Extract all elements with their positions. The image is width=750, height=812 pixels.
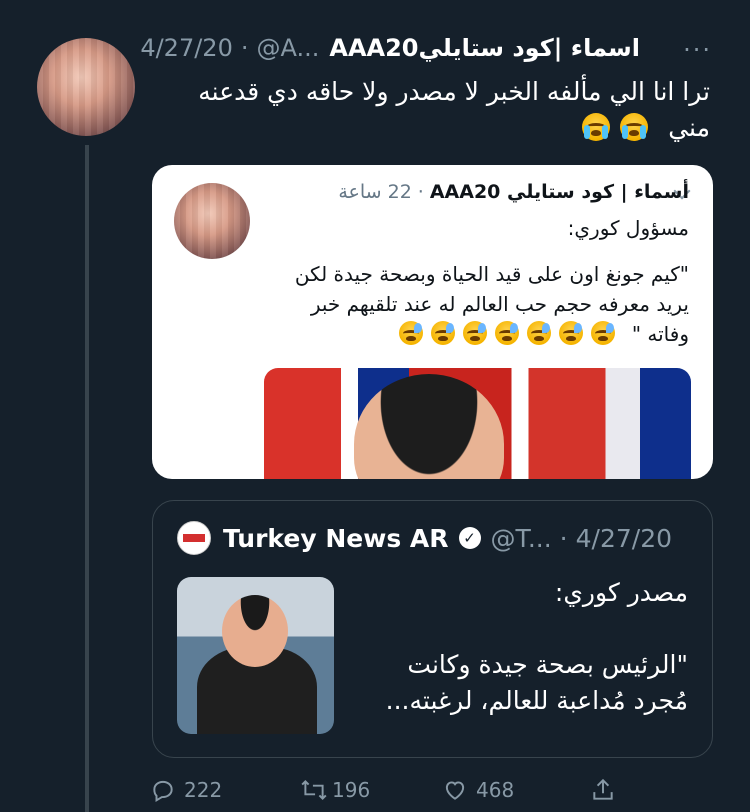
screenshot-text-line4: وفاته " [631, 322, 689, 346]
quoted-tweet-header: Turkey News AR ✓ @T... · 4/27/20 [177, 521, 672, 555]
more-horizontal-icon[interactable]: ··· [683, 36, 712, 64]
like-button[interactable]: 468 [442, 777, 514, 803]
quoted-tweet-date[interactable]: 4/27/20 [576, 524, 672, 553]
reply-count: 222 [184, 778, 223, 802]
retweet-count: 196 [332, 778, 371, 802]
screenshot-time: 22 ساعة [338, 181, 412, 203]
tweet-actions: 222 196 468 [150, 770, 630, 810]
anxious-face-icon [463, 321, 488, 345]
verified-badge-icon: ✓ [458, 527, 481, 549]
screenshot-text-line-4: وفاته " [249, 319, 689, 349]
tweet-text-line-2: مني [150, 110, 710, 146]
tweet-text: ترا انا الي مألفه الخبر لا مصدر ولا حاقه… [150, 74, 710, 146]
anxious-face-icon [399, 321, 424, 345]
share-icon [593, 778, 613, 800]
quoted-text-line: مصدر كوري: [554, 578, 688, 607]
share-button[interactable] [590, 777, 616, 803]
person-face [222, 595, 288, 667]
quoted-tweet-text: مصدر كوري: "الرئيس بصحة جيدة وكانت مُجرد… [368, 575, 688, 719]
author-avatar[interactable] [37, 38, 135, 136]
separator-dot: · [240, 34, 249, 62]
crying-face-icon [582, 113, 611, 141]
attached-screenshot[interactable]: أسماء | كود ستايلي AAA20 · 22 ساعة مسؤول… [152, 165, 713, 479]
screenshot-text-line: "كيم جونغ اون على قيد الحياة وبصحة جيدة … [294, 262, 689, 286]
tweet-header: اسماء |كود ستايليAAA20 @A... · 4/27/20 [140, 34, 640, 62]
anxious-face-icon [431, 321, 456, 345]
separator-dot: · [417, 181, 424, 203]
screenshot-text: مسؤول كوري: "كيم جونغ اون على قيد الحياة… [249, 213, 689, 349]
quoted-tweet[interactable]: Turkey News AR ✓ @T... · 4/27/20 مصدر كو… [152, 500, 713, 758]
screenshot-text-line: يريد معرفه حجم حب العالم له عند تلقيهم خ… [310, 292, 689, 316]
screenshot-photo [264, 368, 691, 479]
retweet-icon [301, 780, 327, 800]
screenshot-author-name: أسماء | كود ستايلي AAA20 [429, 181, 689, 203]
news-logo-icon [177, 521, 211, 555]
screenshot-header: أسماء | كود ستايلي AAA20 · 22 ساعة [338, 181, 689, 203]
anxious-face-icon [591, 321, 616, 345]
person-photo [354, 374, 504, 479]
thread-line [85, 145, 89, 812]
quoted-tweet-image[interactable] [177, 577, 334, 734]
quoted-text-line: "الرئيس بصحة جيدة وكانت [407, 650, 688, 679]
reply-icon [153, 780, 173, 803]
author-handle[interactable]: @A... [256, 34, 319, 62]
heart-icon [445, 781, 465, 800]
quoted-author-name[interactable]: Turkey News AR [223, 524, 449, 553]
tweet-text-line: ترا انا الي مألفه الخبر لا مصدر ولا حاقه… [198, 77, 710, 106]
separator-dot: · [559, 523, 568, 553]
reply-button[interactable]: 222 [150, 777, 222, 803]
retweet-button[interactable]: 196 [300, 777, 370, 803]
author-name[interactable]: اسماء |كود ستايليAAA20 [329, 34, 640, 62]
anxious-face-icon [527, 321, 552, 345]
quoted-text-line: مُجرد مُداعبة للعالم، لرغبته... [385, 686, 688, 715]
screenshot-avatar [174, 183, 250, 259]
quoted-author-handle[interactable]: @T... [491, 524, 552, 553]
like-count: 468 [476, 778, 515, 802]
screenshot-text-line: مسؤول كوري: [567, 216, 689, 240]
tweet-text-line2: مني [668, 113, 710, 142]
anxious-face-icon [559, 321, 584, 345]
crying-face-icon [620, 113, 649, 141]
tweet-date[interactable]: 4/27/20 [140, 34, 233, 62]
anxious-face-icon [495, 321, 520, 345]
